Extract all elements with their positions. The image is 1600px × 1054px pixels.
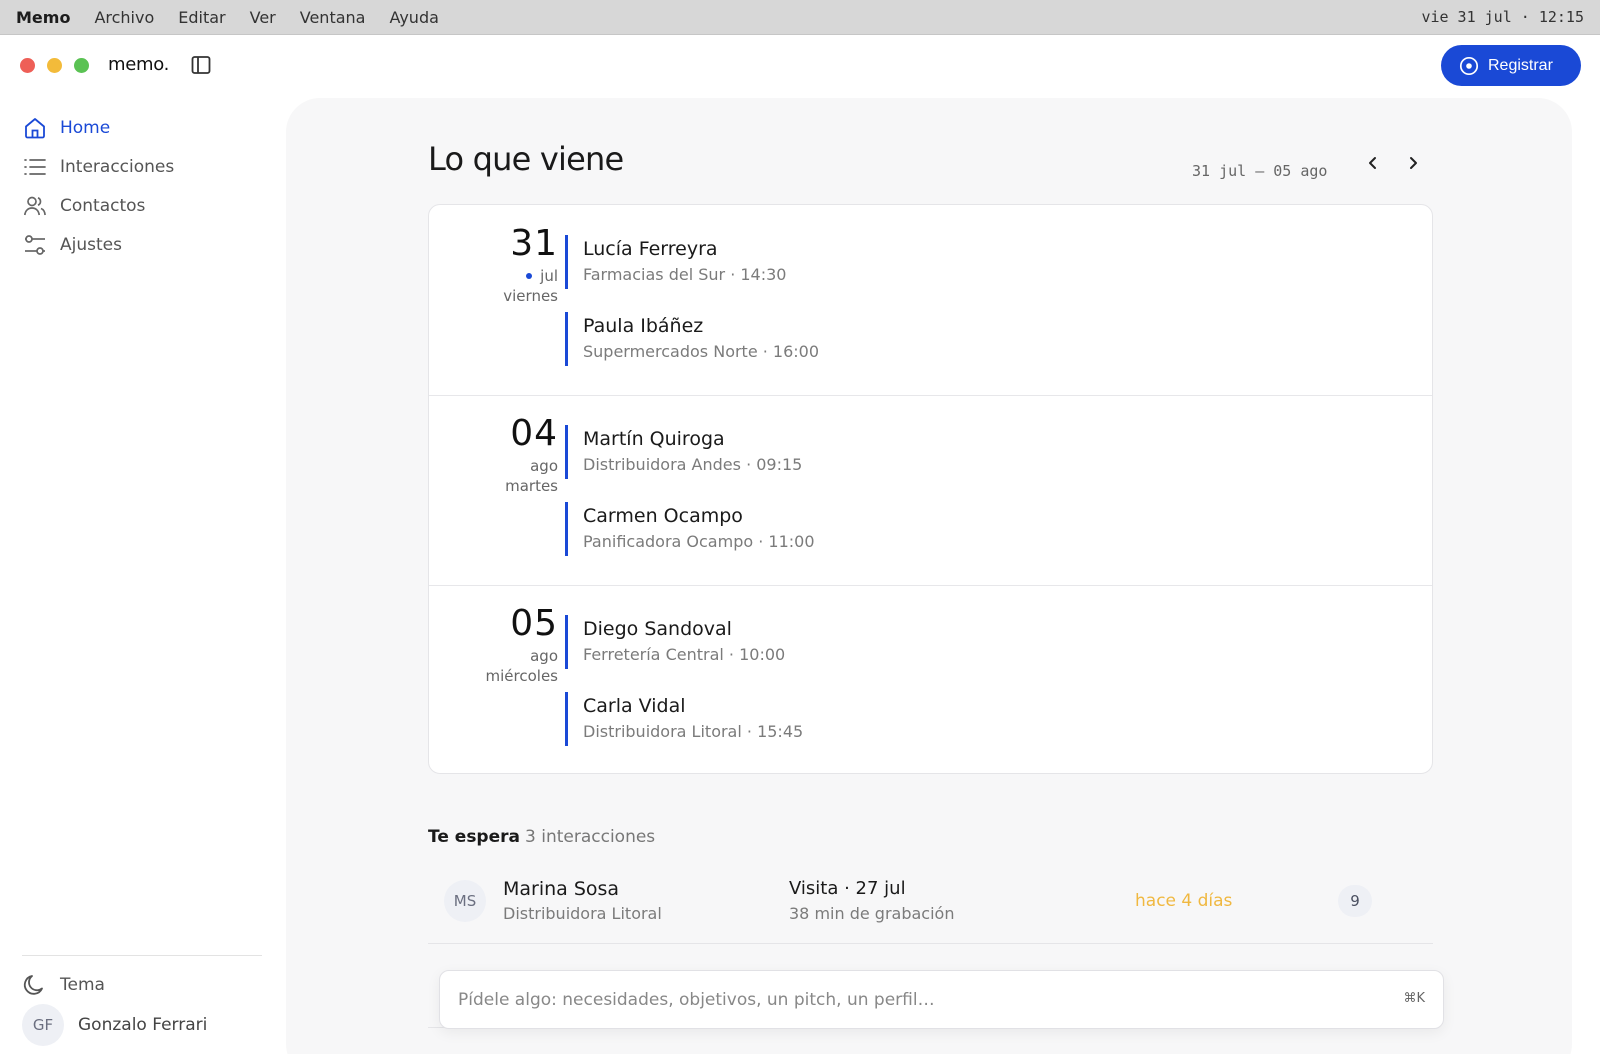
window-minimize-button[interactable] [47, 58, 62, 73]
record-icon [1459, 56, 1479, 76]
sidebar-item-label: Interacciones [60, 157, 175, 177]
sidebar-item-home[interactable]: Home [22, 113, 110, 143]
day-number: 04 [510, 413, 558, 454]
event-contact: Martín Quiroga [583, 428, 725, 450]
brand-logo: memo. [108, 54, 170, 75]
avatar: MS [444, 880, 486, 922]
waiting-section-title: Te espera [428, 827, 520, 847]
sidebar-toggle-icon[interactable] [191, 55, 211, 75]
elapsed-time: hace 4 días [1135, 891, 1233, 911]
chevron-left-icon [1369, 157, 1376, 169]
menu-app-name[interactable]: Memo [16, 8, 70, 27]
sidebar-item-interacciones[interactable]: Interacciones [22, 152, 174, 182]
event-contact: Carla Vidal [583, 695, 686, 717]
home-icon [22, 115, 48, 141]
event-item[interactable]: Carmen Ocampo Panificadora Ocampo · 11:0… [565, 502, 815, 556]
event-item[interactable]: Martín Quiroga Distribuidora Andes · 09:… [565, 425, 802, 479]
day-weekday: viernes [503, 287, 558, 305]
register-button-label: Registrar [1488, 56, 1553, 74]
next-week-button[interactable] [1402, 152, 1424, 174]
date-range: 31 jul – 05 ago [1192, 162, 1328, 180]
user-profile[interactable]: GF Gonzalo Ferrari [22, 1004, 207, 1046]
sidebar-divider [22, 955, 262, 956]
contact-company: Distribuidora Litoral [503, 904, 662, 923]
list-item[interactable]: MS Marina Sosa Distribuidora Litoral Vis… [428, 868, 1433, 948]
users-icon [22, 193, 48, 219]
day-number: 05 [510, 603, 558, 644]
contact-name: Marina Sosa [503, 878, 620, 900]
sidebar-item-label: Contactos [60, 196, 146, 216]
menu-archivo[interactable]: Archivo [94, 8, 154, 27]
row-divider [428, 943, 1433, 944]
upcoming-card: 31 jul viernes Lucía Ferreyra Farmacias … [428, 204, 1433, 774]
event-meta: Ferretería Central · 10:00 [583, 645, 786, 664]
page-title: Lo que viene [428, 140, 624, 178]
sliders-icon [22, 232, 48, 258]
day-group: 31 jul viernes Lucía Ferreyra Farmacias … [429, 205, 1432, 395]
menu-clock: vie 31 jul · 12:15 [1421, 8, 1584, 26]
sidebar-item-contactos[interactable]: Contactos [22, 191, 145, 221]
event-meta: Distribuidora Litoral · 15:45 [583, 722, 804, 741]
event-item[interactable]: Lucía Ferreyra Farmacias del Sur · 14:30 [565, 235, 786, 289]
window-close-button[interactable] [20, 58, 35, 73]
moon-icon [22, 972, 48, 998]
event-item[interactable]: Diego Sandoval Ferretería Central · 10:0… [565, 615, 785, 669]
day-number: 31 [510, 223, 558, 264]
user-name: Gonzalo Ferrari [78, 1015, 208, 1035]
ask-bar: ⌘K [439, 970, 1444, 1029]
recording-duration: 38 min de grabación [789, 904, 955, 923]
sidebar-item-label: Home [60, 118, 111, 138]
avatar: GF [22, 1004, 64, 1046]
event-contact: Paula Ibáñez [583, 315, 704, 337]
menu-bar: Memo Archivo Editar Ver Ventana Ayuda vi… [0, 0, 1600, 35]
menu-ayuda[interactable]: Ayuda [389, 8, 438, 27]
sidebar-item-ajustes[interactable]: Ajustes [22, 230, 122, 260]
today-dot [526, 273, 533, 279]
theme-label: Tema [60, 975, 105, 995]
waiting-count: 3 interacciones [525, 827, 656, 847]
day-group: 04 ago martes Martín Quiroga Distribuido… [429, 395, 1432, 585]
event-contact: Lucía Ferreyra [583, 238, 718, 260]
ask-input[interactable] [458, 971, 1378, 1028]
day-month: jul [526, 267, 558, 285]
day-month: ago [530, 457, 558, 475]
event-meta: Panificadora Ocampo · 11:00 [583, 532, 815, 551]
event-meta: Farmacias del Sur · 14:30 [583, 265, 787, 284]
day-group: 05 ago miércoles Diego Sandoval Ferreter… [429, 585, 1432, 773]
menu-ver[interactable]: Ver [250, 8, 276, 27]
event-contact: Diego Sandoval [583, 618, 732, 640]
window-zoom-button[interactable] [74, 58, 89, 73]
interaction-type: Visita · 27 jul [789, 878, 906, 899]
day-month: ago [530, 647, 558, 665]
event-item[interactable]: Carla Vidal Distribuidora Litoral · 15:4… [565, 692, 803, 746]
menu-editar[interactable]: Editar [178, 8, 225, 27]
event-meta: Supermercados Norte · 16:00 [583, 342, 820, 361]
event-contact: Carmen Ocampo [583, 505, 743, 527]
list-icon [22, 154, 48, 180]
event-meta: Distribuidora Andes · 09:15 [583, 455, 803, 474]
event-item[interactable]: Paula Ibáñez Supermercados Norte · 16:00 [565, 312, 819, 366]
register-button[interactable]: Registrar [1441, 45, 1581, 86]
menu-ventana[interactable]: Ventana [300, 8, 366, 27]
sidebar-item-label: Ajustes [60, 235, 122, 255]
prev-week-button[interactable] [1362, 152, 1384, 174]
theme-toggle[interactable]: Tema [22, 972, 105, 998]
day-weekday: martes [505, 477, 558, 495]
keyboard-shortcut-hint: ⌘K [1403, 991, 1425, 1006]
day-weekday: miércoles [485, 667, 558, 685]
status-badge: 9 [1338, 885, 1372, 917]
chevron-right-icon [1410, 157, 1417, 169]
